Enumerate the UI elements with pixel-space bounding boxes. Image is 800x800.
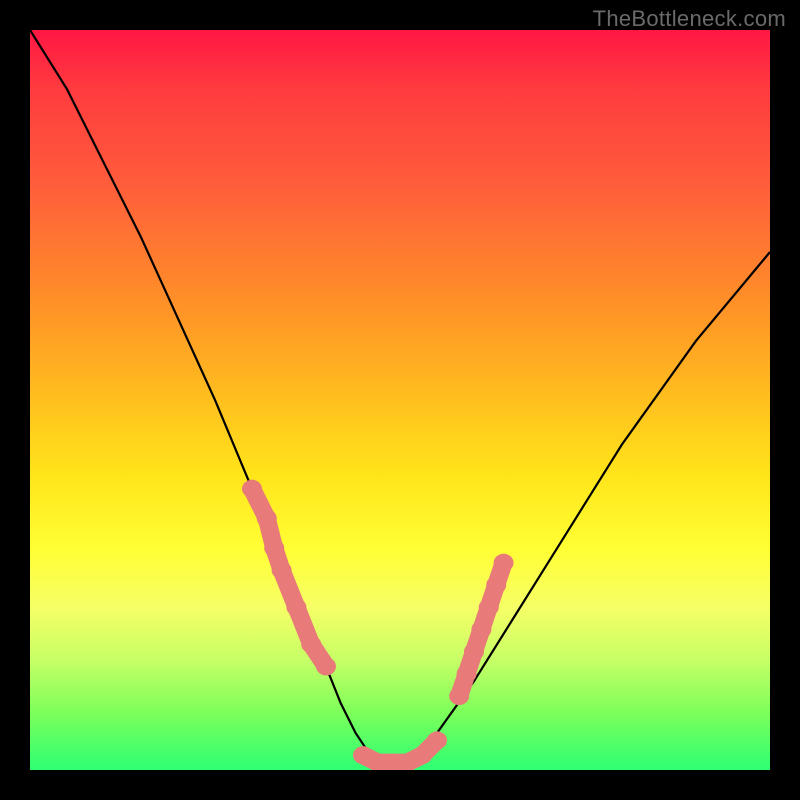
left-cluster-bead: [264, 539, 284, 557]
right-cluster-bead: [449, 687, 469, 705]
left-cluster-bead: [286, 598, 306, 616]
right-cluster-bead: [471, 620, 491, 638]
left-cluster-bead: [301, 635, 321, 653]
right-cluster-bead: [479, 598, 499, 616]
watermark-text: TheBottleneck.com: [593, 6, 786, 32]
chart-stage: TheBottleneck.com: [0, 0, 800, 800]
left-cluster-bead: [272, 561, 292, 579]
chart-svg: [30, 30, 770, 770]
marker-layer: [242, 480, 514, 770]
right-cluster-bead: [457, 665, 477, 683]
left-cluster-bead: [257, 509, 277, 527]
right-cluster-bead: [464, 643, 484, 661]
right-cluster-bead: [494, 554, 514, 572]
plot-area: [30, 30, 770, 770]
left-cluster-bead: [242, 480, 262, 498]
bottom-flat-bead: [427, 731, 447, 749]
bottom-flat-bead: [412, 746, 432, 764]
left-cluster-bead: [316, 657, 336, 675]
bottleneck-curve: [30, 30, 770, 763]
right-cluster-bead: [486, 576, 506, 594]
